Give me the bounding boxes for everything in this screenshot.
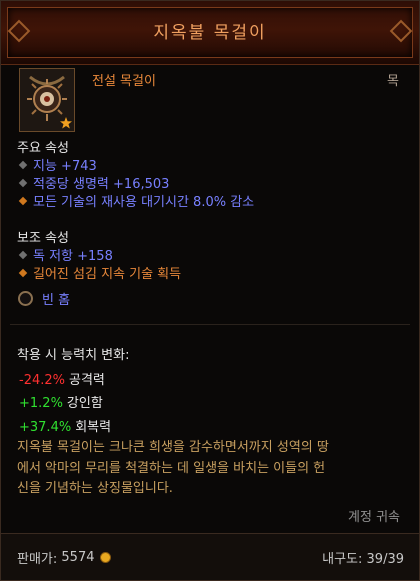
bullet-icon [18, 178, 28, 187]
secondary-heading: 보조 속성 [17, 231, 69, 246]
item-icon-frame [19, 68, 75, 132]
account-bound-label: 계정 귀속 [348, 510, 400, 525]
item-slot: 목 [387, 74, 399, 89]
stat-change-row: +1.2% 강인함 [19, 396, 103, 411]
primary-attr: 지능 +743 [17, 155, 97, 174]
empty-socket: 빈 홈 [18, 289, 70, 308]
divider [10, 324, 410, 325]
bullet-icon [18, 250, 28, 259]
flavor-text: 지옥불 목걸이는 크나큰 희생을 감수하면서까지 성역의 땅 에서 악마의 무리… [17, 440, 329, 496]
stat-change-heading: 착용 시 능력치 변화: [17, 348, 130, 363]
secondary-attr: 길어진 섬김 지속 기술 획득 [17, 263, 181, 282]
title-bar: 지옥불 목걸이 [1, 1, 419, 65]
secondary-attr: 독 저항 +158 [17, 245, 113, 264]
item-name: 지옥불 목걸이 [153, 23, 267, 43]
bullet-icon [18, 196, 28, 205]
item-type: 전설 목걸이 [92, 74, 156, 89]
primary-attr: 모든 기술의 재사용 대기시간 8.0% 감소 [17, 191, 254, 210]
stat-change-row: -24.2% 공격력 [19, 373, 105, 388]
bullet-icon [18, 160, 28, 169]
primary-attr: 적중당 생명력 +16,503 [17, 173, 169, 192]
tooltip-footer: 판매가: 5574 내구도: 39/39 [1, 533, 419, 580]
item-tooltip: 지옥불 목걸이 전설 목걸이 목 주요 속성 지능 +743 적중당 생명력 +… [0, 0, 420, 581]
gold-coin-icon [99, 552, 111, 563]
sell-price: 판매가: 5574 [17, 548, 111, 567]
star-icon [60, 117, 72, 129]
bullet-icon [18, 268, 28, 277]
socket-icon [18, 291, 33, 306]
stat-change-row: +37.4% 회복력 [19, 420, 112, 435]
primary-heading: 주요 속성 [17, 141, 69, 156]
tooltip-body: 전설 목걸이 목 주요 속성 지능 +743 적중당 생명력 +16,503 모… [10, 64, 410, 534]
durability: 내구도: 39/39 [322, 552, 404, 567]
